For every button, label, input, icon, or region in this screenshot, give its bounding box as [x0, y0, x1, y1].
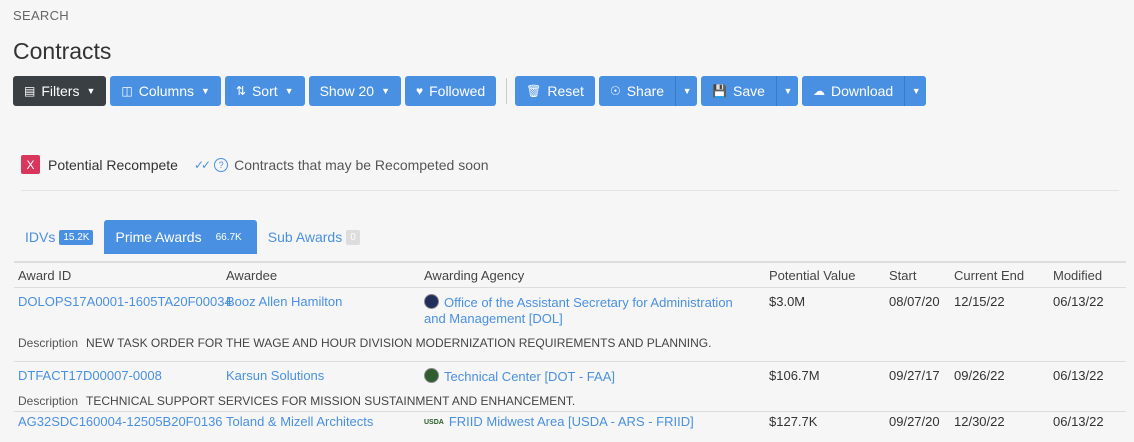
column-header-awardee[interactable]: Awardee	[226, 268, 277, 283]
potential-value: $106.7M	[769, 368, 820, 383]
filters-button[interactable]: ▤ Filters ▼	[13, 76, 107, 106]
agency-seal-icon	[424, 294, 439, 309]
agency-link[interactable]: Technical Center [DOT - FAA]	[444, 369, 615, 384]
agency-cell: Technical Center [DOT - FAA]	[424, 368, 615, 384]
double-check-icon: ✓✓	[193, 157, 211, 172]
award-id-link[interactable]: AG32SDC160004-12505B20F0136	[18, 414, 223, 429]
chevron-down-icon: ▼	[381, 86, 390, 96]
divider	[21, 190, 1119, 191]
save-button[interactable]: 💾 Save	[701, 76, 776, 106]
potential-value: $3.0M	[769, 294, 806, 309]
tab-idvs[interactable]: IDVs 15.2K	[14, 220, 104, 254]
agency-cell: Office of the Assistant Secretary for Ad…	[424, 294, 754, 327]
chevron-down-icon: ▼	[911, 86, 921, 96]
award-id-link[interactable]: DTFACT17D00007-0008	[18, 368, 162, 383]
followed-button[interactable]: ♥ Followed	[404, 76, 497, 106]
column-header-modified[interactable]: Modified	[1053, 268, 1102, 283]
tab-count-badge: 15.2K	[59, 229, 94, 245]
chevron-down-icon: ▼	[200, 86, 210, 96]
toolbar: ▤ Filters ▼ ◫ Columns ▼ ⇅ Sort ▼ Show 20…	[13, 76, 930, 106]
recompete-label: Potential Recompete	[48, 156, 178, 173]
save-split-button: 💾 Save ▼	[701, 76, 798, 106]
trash-icon: 🗑	[526, 84, 542, 98]
end-date: 12/30/22	[954, 414, 1005, 429]
chevron-down-icon: ▼	[86, 86, 96, 96]
description-text: NEW TASK ORDER FOR THE WAGE AND HOUR DIV…	[86, 336, 712, 350]
share-dropdown-button[interactable]: ▼	[675, 76, 698, 106]
agency-seal-icon	[424, 368, 439, 383]
columns-icon: ◫	[121, 84, 133, 98]
tab-prime-awards[interactable]: Prime Awards 66.7K	[104, 220, 257, 254]
usda-logo-icon: USDA	[424, 419, 444, 426]
floppy-disk-icon: 💾	[712, 84, 728, 98]
modified-date: 06/13/22	[1053, 294, 1104, 309]
awardee-link[interactable]: Toland & Mizell Architects	[226, 414, 373, 429]
start-date: 08/07/20	[889, 294, 940, 309]
description-text: TECHNICAL SUPPORT SERVICES FOR MISSION S…	[86, 394, 576, 408]
column-header-awarding-agency[interactable]: Awarding Agency	[424, 268, 524, 283]
cloud-download-icon: ☁	[812, 84, 825, 98]
description-label: Description	[18, 336, 79, 350]
sort-button[interactable]: ⇅ Sort ▼	[224, 76, 305, 106]
tab-count-badge: 66.7K	[215, 231, 242, 243]
agency-link[interactable]: and Management [DOL]	[424, 311, 563, 326]
page-title: Contracts	[13, 38, 112, 64]
sort-icon: ⇅	[235, 84, 246, 98]
potential-value: $127.7K	[769, 414, 818, 429]
table-row: DOLOPS17A0001-1605TA20F00034 Booz Allen …	[14, 288, 1126, 362]
row-description: Description TECHNICAL SUPPORT SERVICES FO…	[18, 394, 575, 408]
description-label: Description	[18, 394, 79, 408]
row-description: Description NEW TASK ORDER FOR THE WAGE A…	[18, 336, 711, 350]
column-header-current-end[interactable]: Current End	[954, 268, 1024, 283]
potential-recompete-filter: X Potential Recompete ✓✓ ? Contracts tha…	[21, 155, 489, 174]
tab-count-badge: 0	[346, 229, 360, 245]
column-header-start[interactable]: Start	[889, 268, 916, 283]
heart-icon: ♥	[415, 84, 424, 98]
chevron-down-icon: ▼	[284, 86, 294, 96]
end-date: 12/15/22	[954, 294, 1005, 309]
modified-date: 06/13/22	[1053, 414, 1104, 429]
toolbar-divider	[506, 78, 508, 104]
remove-filter-button[interactable]: X	[21, 155, 40, 174]
contracts-table: Award ID Awardee Awarding Agency Potenti…	[14, 261, 1126, 442]
save-dropdown-button[interactable]: ▼	[775, 76, 798, 106]
download-split-button: ☁ Download ▼	[801, 76, 927, 106]
reset-button[interactable]: 🗑 Reset	[515, 76, 595, 106]
chevron-down-icon: ▼	[783, 86, 793, 96]
agency-link[interactable]: Office of the Assistant Secretary for Ad…	[444, 295, 733, 310]
tab-sub-awards[interactable]: Sub Awards 0	[257, 220, 371, 254]
list-icon: ▤	[24, 84, 36, 98]
start-date: 09/27/20	[889, 414, 940, 429]
help-icon[interactable]: ?	[214, 157, 229, 172]
awardee-link[interactable]: Karsun Solutions	[226, 368, 324, 383]
breadcrumb: SEARCH	[13, 8, 69, 23]
agency-cell: USDA FRIID Midwest Area [USDA - ARS - FRI…	[424, 414, 694, 429]
columns-button[interactable]: ◫ Columns ▼	[110, 76, 221, 106]
share-button[interactable]: ☉ Share	[598, 76, 676, 106]
award-id-link[interactable]: DOLOPS17A0001-1605TA20F00034	[18, 294, 232, 309]
download-button[interactable]: ☁ Download	[801, 76, 905, 106]
end-date: 09/26/22	[954, 368, 1005, 383]
download-dropdown-button[interactable]: ▼	[904, 76, 927, 106]
share-icon: ☉	[609, 84, 621, 98]
show-count-button[interactable]: Show 20 ▼	[308, 76, 401, 106]
table-row: DTFACT17D00007-0008 Karsun Solutions Tec…	[14, 362, 1126, 412]
awardee-link[interactable]: Booz Allen Hamilton	[226, 294, 342, 309]
column-header-potential-value[interactable]: Potential Value	[769, 268, 856, 283]
award-tabs: IDVs 15.2K Prime Awards 66.7K Sub Awards…	[14, 220, 371, 254]
start-date: 09/27/17	[889, 368, 940, 383]
agency-link[interactable]: FRIID Midwest Area [USDA - ARS - FRIID]	[449, 414, 694, 429]
table-row: AG32SDC160004-12505B20F0136 Toland & Miz…	[14, 412, 1126, 442]
recompete-description: Contracts that may be Recompeted soon	[234, 156, 489, 173]
table-header: Award ID Awardee Awarding Agency Potenti…	[14, 263, 1126, 288]
modified-date: 06/13/22	[1053, 368, 1104, 383]
share-split-button: ☉ Share ▼	[598, 76, 698, 106]
chevron-down-icon: ▼	[682, 86, 692, 96]
column-header-award-id[interactable]: Award ID	[18, 268, 71, 283]
